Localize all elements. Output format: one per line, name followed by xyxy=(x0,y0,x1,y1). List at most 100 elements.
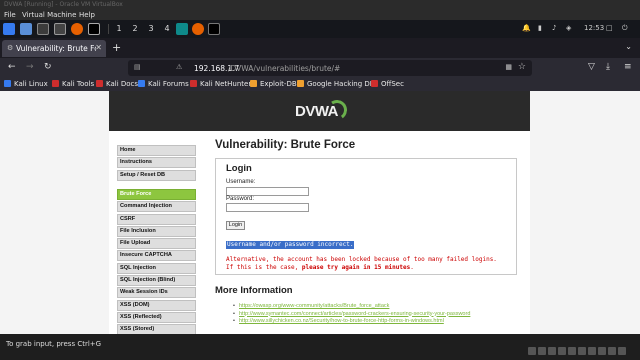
network-adapter-icon[interactable] xyxy=(558,347,566,355)
hdd-icon[interactable] xyxy=(528,347,536,355)
menu-item-instructions[interactable]: Instructions xyxy=(117,157,196,169)
taskbar-app-icon[interactable] xyxy=(176,23,188,35)
bell-icon[interactable]: 🔔 xyxy=(522,24,531,32)
reload-icon[interactable]: ↻ xyxy=(44,62,52,72)
vm-menu-file[interactable]: File xyxy=(4,11,16,19)
menu-item-xss-dom[interactable]: XSS (DOM) xyxy=(117,299,196,311)
vm-menu-help[interactable]: Help xyxy=(79,11,95,19)
dvwa-logo: DVWA xyxy=(295,98,349,124)
kali-tools-icon xyxy=(52,80,59,87)
taskbar-firefox-icon[interactable] xyxy=(192,23,204,35)
cpu-icon[interactable] xyxy=(608,347,616,355)
back-icon[interactable]: ← xyxy=(8,62,16,72)
host-key-icon[interactable] xyxy=(618,347,626,355)
screen: { "vm": { "title_ghost": "DVWA [Running]… xyxy=(0,0,640,360)
bookmark-kali-tools[interactable]: Kali Tools xyxy=(52,80,94,88)
menu-item-weak-session-ids[interactable]: Weak Session IDs xyxy=(117,287,196,299)
lock-screen-icon[interactable]: □ xyxy=(606,24,613,32)
vm-menu-virtual-machine[interactable]: Virtual Machine xyxy=(22,11,76,19)
menu-item-file-inclusion[interactable]: File Inclusion xyxy=(117,225,196,237)
username-input[interactable] xyxy=(226,187,309,196)
audio-icon[interactable] xyxy=(548,347,556,355)
list-tabs-icon[interactable]: ⌄ xyxy=(625,42,632,51)
tab-close-icon[interactable]: ✕ xyxy=(95,43,102,52)
password-input[interactable] xyxy=(226,203,309,212)
power-icon[interactable]: ⏻ xyxy=(622,24,628,33)
file-manager-icon[interactable] xyxy=(37,23,49,35)
menu-item-xss-stored[interactable]: XSS (Stored) xyxy=(117,324,196,334)
forward-icon[interactable]: → xyxy=(26,62,34,72)
display-icon[interactable] xyxy=(588,347,596,355)
exploit-db-icon xyxy=(250,80,257,87)
warning-text: If this is the case, xyxy=(226,264,302,271)
login-button[interactable]: Login xyxy=(226,221,245,230)
warning-emphasis: please try again in 15 minutes xyxy=(301,264,411,271)
bookmark-label: Google Hacking DB xyxy=(307,80,375,88)
bookmark-exploit-db[interactable]: Exploit-DB xyxy=(250,80,297,88)
vm-status-bar: To grab input, press Ctrl+G xyxy=(0,334,640,360)
workspace-4[interactable]: 4 xyxy=(161,23,173,35)
optical-drive-icon[interactable] xyxy=(538,347,546,355)
menu-item-home[interactable]: Home xyxy=(117,145,196,156)
workspace-3[interactable]: 3 xyxy=(145,23,157,35)
page-title: Vulnerability: Brute Force xyxy=(215,139,356,151)
page-info-icon[interactable]: ▤ xyxy=(134,63,141,71)
menu-item-csrf[interactable]: CSRF xyxy=(117,213,196,225)
url-bar[interactable]: ▤ ⚠ 192.168.1.7 /DVWA/vulnerabilities/br… xyxy=(128,60,532,76)
shared-folders-icon[interactable] xyxy=(578,347,586,355)
bookmark-offsec[interactable]: OffSec xyxy=(371,80,404,88)
terminal-icon[interactable] xyxy=(88,23,100,35)
kali-nethunter-icon xyxy=(190,80,197,87)
bookmark-kali-docs[interactable]: Kali Docs xyxy=(96,80,138,88)
kali-menu-icon[interactable] xyxy=(3,23,15,35)
bookmark-label: OffSec xyxy=(381,80,404,88)
menu-item-xss-reflected[interactable]: XSS (Reflected) xyxy=(117,311,196,323)
main-menu-group-2: Brute Force Command Injection CSRF File … xyxy=(117,189,196,334)
menu-item-insecure-captcha[interactable]: Insecure CAPTCHA xyxy=(117,250,196,262)
volume-icon[interactable]: ♪ xyxy=(552,24,556,32)
firefox-icon[interactable] xyxy=(71,23,83,35)
main-menu-group-1: Home Instructions Setup / Reset DB xyxy=(117,145,196,182)
usb-icon[interactable] xyxy=(568,347,576,355)
vm-status-tray xyxy=(526,340,634,355)
bookmark-star-icon[interactable]: ☆ xyxy=(518,62,526,72)
bookmark-kali-forums[interactable]: Kali Forums xyxy=(138,80,189,88)
insecure-lock-icon[interactable]: ⚠ xyxy=(176,63,182,71)
link-symantec-password-crackers[interactable]: http://www.symantec.com/connect/articles… xyxy=(233,311,470,319)
pocket-icon[interactable]: ▽ xyxy=(588,62,595,72)
link-owasp-brute-force[interactable]: https://owasp.org/www-community/attacks/… xyxy=(233,303,470,311)
show-desktop-icon[interactable] xyxy=(20,23,32,35)
menu-item-command-injection[interactable]: Command Injection xyxy=(117,201,196,213)
google-hacking-db-icon xyxy=(297,80,304,87)
link-sillychicken-brute-force[interactable]: http://www.sillychicken.co.nz/Security/h… xyxy=(233,318,470,326)
kali-panel: 1 2 3 4 🔔 ▮ ♪ ◈ 12:53 □ ⏻ xyxy=(0,20,640,38)
recording-icon[interactable] xyxy=(598,347,606,355)
extensions-icon[interactable]: ⤓ xyxy=(606,62,610,72)
menu-item-file-upload[interactable]: File Upload xyxy=(117,238,196,250)
panel-separator xyxy=(108,24,109,34)
tab-vulnerability-brute-force[interactable]: ⚙ Vulnerability: Brute Force ✕ xyxy=(2,40,106,57)
kali-forums-icon xyxy=(138,80,145,87)
network-icon[interactable]: ◈ xyxy=(566,24,571,32)
new-tab-icon[interactable]: + xyxy=(112,41,121,54)
bookmarks-bar: Kali Linux Kali Tools Kali Docs Kali For… xyxy=(0,78,640,91)
menu-item-setup-reset-db[interactable]: Setup / Reset DB xyxy=(117,169,196,181)
bookmark-kali-linux[interactable]: Kali Linux xyxy=(4,80,48,88)
lockout-warning-line-1: Alternative, the account has been locked… xyxy=(226,256,497,263)
grab-input-hint: To grab input, press Ctrl+G xyxy=(6,340,102,348)
workspace-1[interactable]: 1 xyxy=(113,23,125,35)
menu-item-brute-force[interactable]: Brute Force xyxy=(117,189,196,200)
text-editor-icon[interactable] xyxy=(54,23,66,35)
bookmark-kali-nethunter[interactable]: Kali NetHunter xyxy=(190,80,251,88)
bookmark-label: Kali Tools xyxy=(62,80,95,88)
bookmark-label: Kali Docs xyxy=(106,80,139,88)
warning-end: . xyxy=(410,264,414,271)
bookmark-google-hacking-db[interactable]: Google Hacking DB xyxy=(297,80,375,88)
taskbar-terminal-icon[interactable] xyxy=(208,23,220,35)
menu-item-sql-injection[interactable]: SQL Injection xyxy=(117,262,196,274)
menu-item-sql-injection-blind[interactable]: SQL Injection (Blind) xyxy=(117,275,196,287)
battery-icon: ▮ xyxy=(538,24,542,32)
workspace-2[interactable]: 2 xyxy=(129,23,141,35)
app-menu-icon[interactable]: ≡ xyxy=(624,62,632,72)
reader-view-icon[interactable]: ▦ xyxy=(505,63,512,71)
